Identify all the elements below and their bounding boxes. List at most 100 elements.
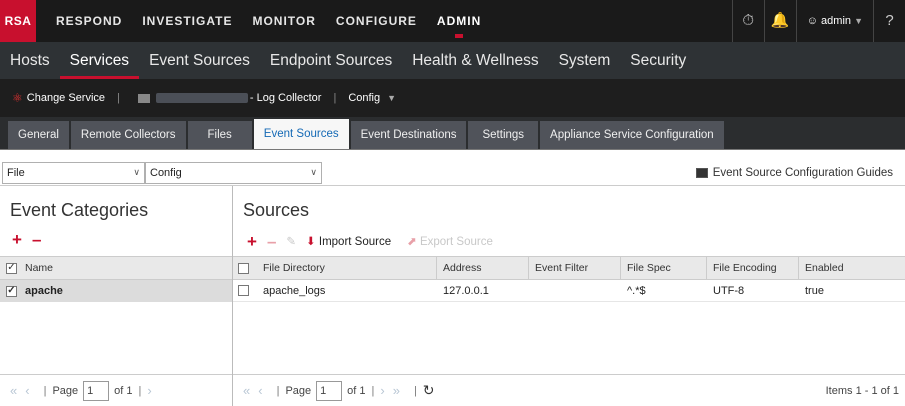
tab-event-sources[interactable]: Event Sources: [253, 119, 349, 149]
refresh-icon[interactable]: ↻: [423, 382, 435, 399]
tab-files[interactable]: Files: [187, 121, 252, 149]
edit-source-icon[interactable]: ✎: [286, 230, 296, 254]
cell-enabled: true: [805, 284, 824, 297]
service-suffix: - Log Collector: [249, 92, 322, 104]
cell-event-filter: [529, 280, 621, 302]
next-page-icon[interactable]: ›: [147, 383, 151, 398]
nav-configure[interactable]: CONFIGURE: [336, 0, 417, 42]
service-bar: ⚛ Change Service | - Log Collector | Con…: [0, 79, 905, 117]
separator: |: [43, 384, 47, 397]
prev-page-icon[interactable]: ‹: [25, 383, 29, 398]
subnav-health-wellness[interactable]: Health & Wellness: [402, 42, 548, 79]
sources-title: Sources: [243, 200, 310, 220]
admin-subnav: Hosts Services Event Sources Endpoint So…: [0, 42, 905, 79]
config-mode-value: Config: [150, 166, 182, 179]
page-label: Page: [285, 384, 312, 397]
user-menu[interactable]: ☺ admin ▼: [795, 0, 873, 42]
sources-pager: « ‹ | Page 1 of 1 | › » | ↻ Items 1 - 1 …: [233, 374, 905, 406]
column-enabled[interactable]: Enabled: [799, 256, 884, 280]
items-count: Items 1 - 1 of 1: [825, 384, 899, 397]
help-icon[interactable]: ?: [873, 0, 905, 42]
import-source-button[interactable]: ⬇ Import Source: [306, 230, 391, 254]
first-page-icon[interactable]: «: [10, 383, 17, 398]
change-service-button[interactable]: ⚛ Change Service: [12, 91, 105, 105]
column-name[interactable]: Name: [25, 262, 53, 274]
cell-file-directory: apache_logs: [263, 284, 326, 297]
column-address[interactable]: Address: [437, 256, 529, 280]
last-page-icon[interactable]: »: [393, 383, 400, 398]
add-source-icon[interactable]: +: [247, 230, 257, 254]
cell-file-spec: ^.*$: [627, 284, 646, 297]
subnav-system[interactable]: System: [549, 42, 621, 79]
nav-respond[interactable]: RESPOND: [56, 0, 122, 42]
page-input[interactable]: 1: [83, 380, 110, 401]
tab-general[interactable]: General: [8, 121, 69, 149]
bell-icon[interactable]: 🔔: [763, 0, 796, 42]
config-mode-select[interactable]: Config ∨: [145, 161, 322, 184]
config-menu[interactable]: Config ▼: [348, 92, 396, 104]
categories-toolbar: + –: [0, 228, 232, 256]
remove-source-icon[interactable]: –: [267, 230, 276, 254]
chevron-down-icon: ∨: [310, 167, 317, 177]
export-source-button[interactable]: ⬈ Export Source: [407, 230, 493, 254]
separator: |: [138, 384, 142, 397]
cell-address: 127.0.0.1: [443, 284, 489, 297]
separator: |: [276, 384, 280, 397]
table-row[interactable]: apache_logs 127.0.0.1 ^.*$ UTF-8 true: [233, 280, 905, 302]
row-checkbox[interactable]: ✓: [6, 285, 17, 297]
timer-icon[interactable]: ⏱: [731, 0, 764, 42]
nav-admin[interactable]: ADMIN: [437, 0, 481, 42]
page-total: of 1: [347, 384, 366, 397]
next-page-icon[interactable]: ›: [380, 383, 384, 398]
first-page-icon[interactable]: «: [243, 383, 250, 398]
sources-table-header: File Directory Address Event Filter File…: [233, 256, 905, 280]
book-icon: [695, 167, 708, 178]
column-file-encoding[interactable]: File Encoding: [707, 256, 799, 280]
separator: |: [333, 92, 337, 104]
cell-file-encoding: UTF-8: [713, 284, 745, 297]
subnav-endpoint-sources[interactable]: Endpoint Sources: [260, 42, 402, 79]
subnav-hosts[interactable]: Hosts: [0, 42, 60, 79]
column-event-filter[interactable]: Event Filter: [529, 256, 621, 280]
tab-remote-collectors[interactable]: Remote Collectors: [70, 121, 186, 149]
subnav-security[interactable]: Security: [620, 42, 696, 79]
nav-monitor[interactable]: MONITOR: [252, 0, 315, 42]
event-source-type-select[interactable]: File ∨: [2, 161, 145, 184]
select-all-checkbox[interactable]: [238, 262, 249, 274]
row-checkbox[interactable]: [238, 285, 249, 296]
change-service-label: Change Service: [26, 92, 106, 104]
export-icon: ⬈: [407, 236, 417, 248]
nav-investigate[interactable]: INVESTIGATE: [142, 0, 232, 42]
add-category-icon[interactable]: +: [12, 228, 22, 256]
tab-settings[interactable]: Settings: [468, 121, 539, 149]
user-name: admin: [821, 15, 852, 27]
tab-event-destinations[interactable]: Event Destinations: [350, 121, 467, 149]
column-file-spec[interactable]: File Spec: [621, 256, 707, 280]
import-source-label: Import Source: [318, 236, 392, 248]
category-name: apache: [25, 285, 63, 297]
change-service-icon: ⚛: [12, 91, 23, 105]
categories-table-header: ✓ Name: [0, 256, 232, 280]
service-name-redacted: [155, 93, 248, 103]
categories-pager: « ‹ | Page 1 of 1 | ›: [0, 374, 232, 406]
config-guides-link[interactable]: Event Source Configuration Guides: [695, 160, 893, 186]
subnav-services[interactable]: Services: [59, 42, 140, 79]
sources-toolbar: + – ✎ ⬇ Import Source ⬈ Export Source: [233, 228, 905, 256]
page-label: Page: [52, 384, 79, 397]
select-all-checkbox[interactable]: ✓: [6, 262, 17, 274]
filter-row: File ∨ Config ∨ Event Source Configurati…: [0, 160, 905, 186]
separator: |: [413, 384, 417, 397]
prev-page-icon[interactable]: ‹: [258, 383, 262, 398]
import-icon: ⬇: [306, 236, 316, 248]
chevron-down-icon: ▼: [387, 93, 397, 103]
sources-panel: Sources + – ✎ ⬇ Import Source ⬈ Export S…: [233, 186, 905, 406]
column-file-directory[interactable]: File Directory: [257, 256, 437, 280]
remove-category-icon[interactable]: –: [32, 228, 41, 256]
service-tabs: General Remote Collectors Files Event So…: [0, 117, 905, 150]
separator: |: [117, 92, 120, 104]
page-input[interactable]: 1: [316, 380, 343, 401]
table-row[interactable]: ✓ apache: [0, 280, 232, 302]
config-guides-label: Event Source Configuration Guides: [712, 167, 893, 179]
tab-appliance-service-configuration[interactable]: Appliance Service Configuration: [540, 121, 724, 149]
subnav-event-sources[interactable]: Event Sources: [139, 42, 260, 79]
